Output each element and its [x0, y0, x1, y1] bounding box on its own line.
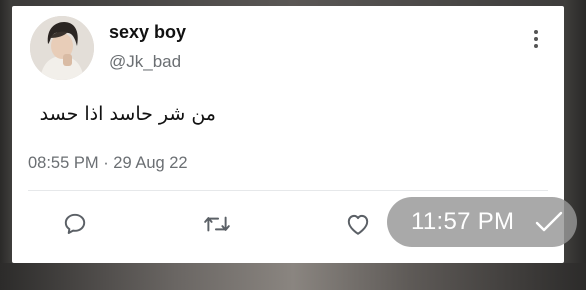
like-icon: [347, 214, 369, 235]
retweet-icon: [204, 216, 230, 232]
user-handle[interactable]: @Jk_bad: [109, 52, 181, 72]
more-options-button[interactable]: [528, 28, 544, 50]
background-frame-right: [564, 0, 586, 290]
background-frame-bottom: [0, 263, 586, 290]
like-button[interactable]: [343, 209, 373, 239]
message-time-overlay: 11:57 PM: [387, 197, 577, 247]
divider: [28, 190, 548, 191]
tweet-timestamp[interactable]: 08:55 PM · 29 Aug 22: [28, 154, 188, 173]
background-frame-left: [0, 0, 12, 290]
reply-button[interactable]: [60, 209, 90, 239]
avatar[interactable]: [30, 16, 94, 80]
message-time: 11:57 PM: [411, 208, 515, 235]
display-name[interactable]: sexy boy: [109, 22, 186, 43]
check-icon: [535, 211, 563, 232]
more-icon: [534, 30, 538, 34]
avatar-photo: [30, 16, 94, 80]
tweet-text: من شر حاسد اذا حسد: [39, 103, 216, 125]
reply-icon: [64, 213, 86, 234]
retweet-button[interactable]: [202, 209, 232, 239]
